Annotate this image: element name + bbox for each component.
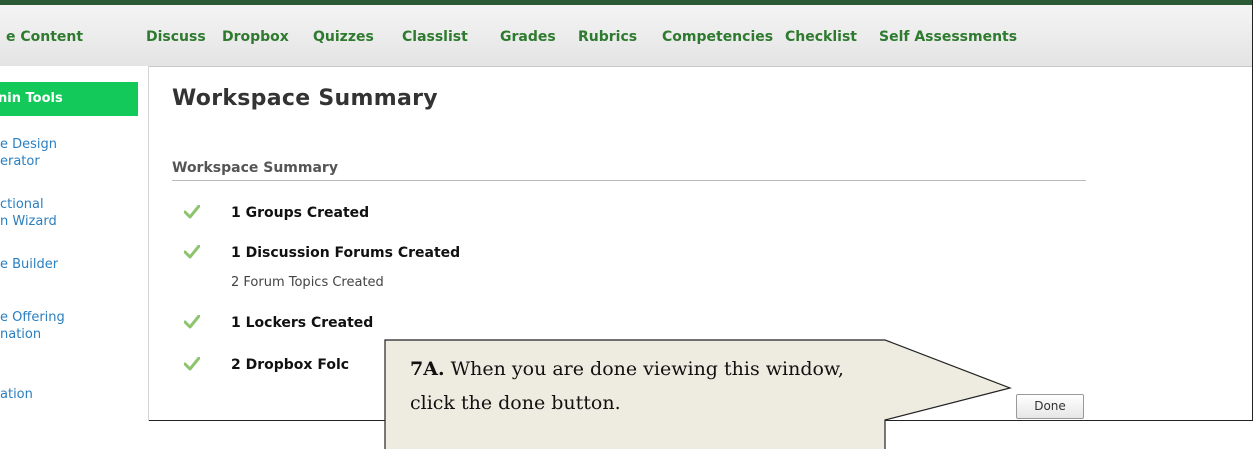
callout-message: When you are done viewing this window, c… bbox=[410, 358, 844, 414]
callout-step-label: 7A. bbox=[410, 358, 445, 380]
callout-instruction: 7A. When you are done viewing this windo… bbox=[410, 352, 880, 420]
